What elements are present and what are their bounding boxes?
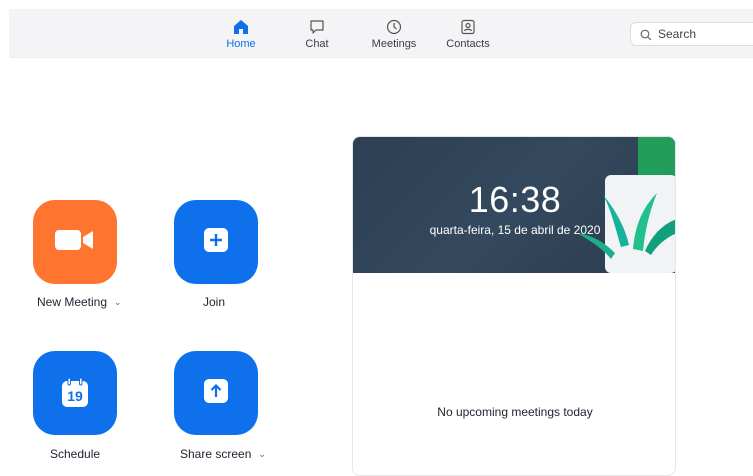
search-icon (640, 28, 652, 41)
join-label: Join (203, 295, 226, 309)
tab-home-label: Home (226, 38, 256, 50)
join-button[interactable] (174, 200, 258, 284)
new-meeting-button[interactable] (33, 200, 117, 284)
chat-icon (308, 18, 326, 36)
share-screen-label: Share screen (180, 447, 252, 461)
new-meeting-label: New Meeting (37, 295, 108, 309)
new-meeting-label-group[interactable]: New Meeting ⌄ (37, 295, 122, 309)
tab-contacts[interactable]: Contacts (433, 9, 503, 57)
share-screen-label-group[interactable]: Share screen ⌄ (180, 447, 266, 461)
video-camera-icon (55, 228, 95, 257)
share-up-arrow-icon (203, 378, 229, 409)
tab-chat-label: Chat (305, 38, 329, 50)
home-icon (232, 18, 250, 36)
schedule-label-group[interactable]: Schedule (50, 447, 100, 461)
current-date: quarta-feira, 15 de abril de 2020 (429, 223, 601, 237)
schedule-label: Schedule (50, 447, 101, 461)
join-label-group[interactable]: Join (203, 295, 225, 309)
contacts-icon (459, 18, 477, 36)
no-meetings-message: No upcoming meetings today (437, 405, 593, 419)
tab-home[interactable]: Home (206, 9, 276, 57)
plus-icon (203, 227, 229, 258)
tab-meetings-label: Meetings (371, 38, 417, 50)
schedule-button[interactable]: 19 (33, 351, 117, 435)
clock-banner: 16:38 quarta-feira, 15 de abril de 2020 (353, 137, 675, 273)
calendar-icon: 19 (61, 378, 89, 408)
current-time: 16:38 (468, 179, 562, 220)
tab-chat[interactable]: Chat (282, 9, 352, 57)
top-navigation-bar: Home Chat Meetings Contacts (9, 9, 753, 58)
clock-icon (385, 18, 403, 36)
chevron-down-icon[interactable]: ⌄ (114, 297, 122, 308)
calendar-day: 19 (67, 388, 83, 404)
tab-meetings[interactable]: Meetings (359, 9, 429, 57)
chevron-down-icon[interactable]: ⌄ (258, 449, 266, 460)
tab-contacts-label: Contacts (446, 38, 490, 50)
upcoming-meetings-card: 16:38 quarta-feira, 15 de abril de 2020 … (352, 136, 676, 476)
search-box[interactable] (630, 22, 753, 46)
search-input[interactable] (658, 27, 753, 41)
share-screen-button[interactable] (174, 351, 258, 435)
